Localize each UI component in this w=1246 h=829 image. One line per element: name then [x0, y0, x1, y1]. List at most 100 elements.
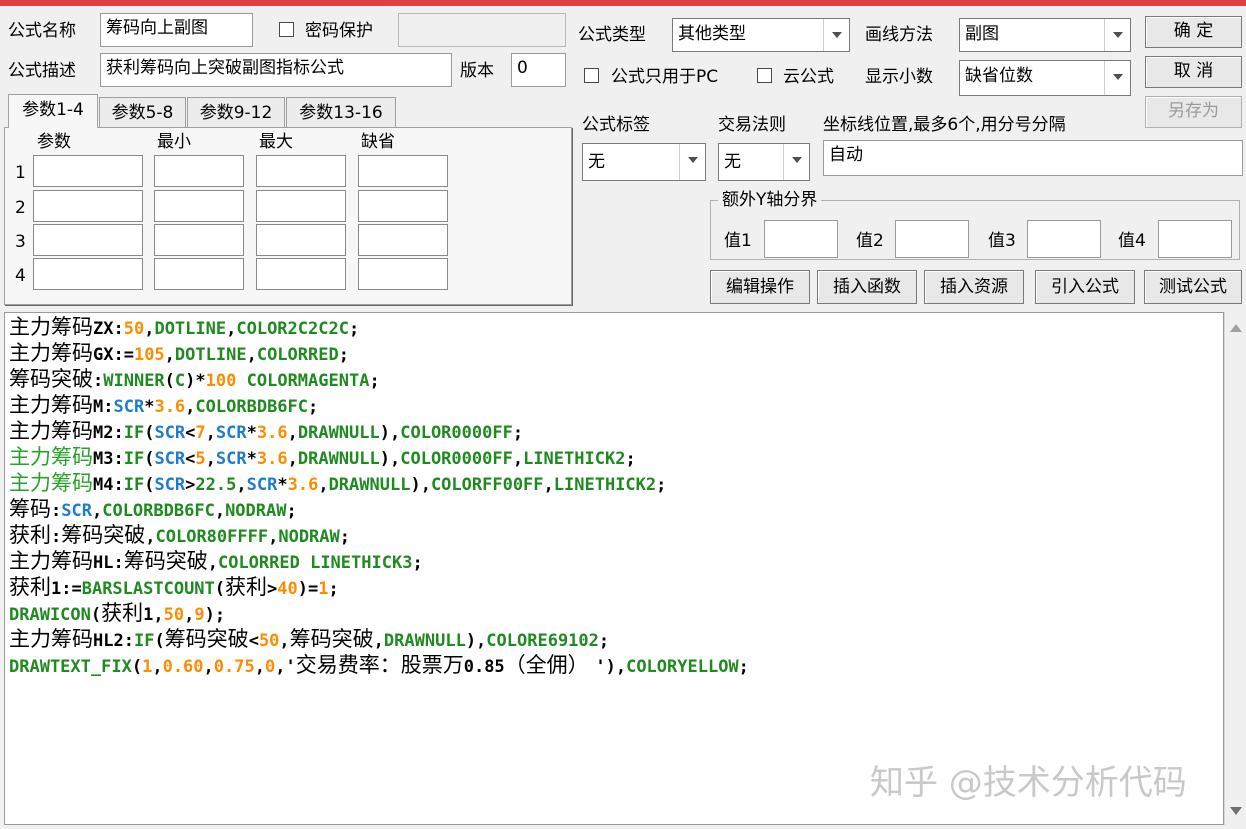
password-input[interactable]: [398, 13, 566, 47]
code-token: ,: [203, 657, 214, 677]
param-1-max-input[interactable]: [256, 155, 346, 187]
y-value-3-input[interactable]: [1027, 220, 1101, 258]
pc-only-checkbox[interactable]: [584, 68, 599, 83]
code-token: 主力筹码: [9, 393, 93, 417]
code-token: ,: [287, 423, 298, 443]
param-1-min-input[interactable]: [154, 155, 244, 187]
y-value-2-input[interactable]: [895, 220, 969, 258]
trade-rule-select[interactable]: 无: [718, 143, 810, 181]
param-2-max-input[interactable]: [256, 190, 346, 222]
tab-params-5-8[interactable]: 参数5-8: [99, 97, 186, 127]
code-token: ,: [318, 475, 329, 495]
code-token: LINETHICK2: [523, 449, 626, 469]
code-token: 1: [318, 579, 329, 599]
param-header-default: 缺省: [361, 132, 395, 152]
code-token: ,: [205, 423, 216, 443]
code-token: <: [185, 423, 196, 443]
param-2-min-input[interactable]: [154, 190, 244, 222]
draw-method-select[interactable]: 副图: [959, 18, 1131, 52]
chevron-down-icon[interactable]: [783, 144, 809, 180]
code-token: 获利: [9, 575, 51, 599]
code-token: :: [93, 371, 104, 391]
tab-params-13-16[interactable]: 参数13-16: [286, 97, 396, 127]
code-token: (: [144, 449, 155, 469]
formula-tag-label: 公式标签: [582, 115, 650, 135]
code-token: HL2:: [93, 631, 134, 651]
code-token: IF: [123, 423, 145, 443]
param-3-default-input[interactable]: [358, 224, 448, 256]
param-header-name: 参数: [37, 132, 71, 152]
code-token: ;: [338, 345, 349, 365]
formula-name-input[interactable]: 筹码向上副图: [100, 13, 253, 47]
code-line: 获利1:=BARSLASTCOUNT(获利>40)=1;: [9, 574, 339, 600]
param-1-default-input[interactable]: [358, 155, 448, 187]
save-as-button[interactable]: 另存为: [1145, 96, 1242, 128]
chevron-down-icon[interactable]: [1104, 19, 1130, 51]
param-2-name-input[interactable]: [33, 190, 143, 222]
code-token: ),: [465, 631, 487, 651]
edit-operations-button[interactable]: 编辑操作: [710, 270, 810, 304]
code-token: C: [174, 371, 186, 391]
code-token: (: [131, 657, 143, 677]
code-token: 筹码突破: [289, 627, 374, 651]
param-1-name-input[interactable]: [33, 155, 143, 187]
insert-function-button[interactable]: 插入函数: [817, 270, 917, 304]
chevron-down-icon[interactable]: [823, 19, 849, 51]
param-row-number: 1: [15, 163, 26, 183]
code-token: SCR: [154, 423, 186, 443]
formula-type-select[interactable]: 其他类型: [672, 18, 850, 52]
code-token: SCR: [215, 423, 247, 443]
code-token: ,: [254, 657, 265, 677]
code-token: WINNER: [103, 371, 165, 391]
chevron-down-icon[interactable]: [679, 144, 705, 180]
param-4-min-input[interactable]: [154, 258, 244, 290]
code-token: COLORBDB6FC: [195, 397, 309, 417]
code-token: 主力筹码: [9, 315, 93, 339]
test-formula-button[interactable]: 测试公式: [1144, 270, 1242, 304]
code-token: 筹码突破: [61, 523, 146, 547]
editor-scrollbar[interactable]: [1224, 312, 1246, 825]
formula-desc-label: 公式描述: [8, 61, 76, 81]
param-4-name-input[interactable]: [33, 258, 143, 290]
code-line: 获利:筹码突破,COLOR80FFFF,NODRAW;: [9, 522, 350, 548]
tab-params-1-4[interactable]: 参数1-4: [8, 94, 98, 128]
cancel-button[interactable]: 取 消: [1145, 56, 1242, 88]
code-token: COLOR80FFFF: [155, 527, 269, 547]
password-protect-checkbox[interactable]: [279, 22, 294, 37]
code-token: 获利: [101, 601, 144, 625]
formula-code-editor[interactable]: 主力筹码ZX:50,DOTLINE,COLOR2C2C2C; 主力筹码GX:=10…: [4, 312, 1224, 825]
code-token: 筹码突破: [164, 627, 249, 651]
param-4-max-input[interactable]: [256, 258, 346, 290]
insert-resource-button[interactable]: 插入资源: [924, 270, 1024, 304]
axis-line-input[interactable]: 自动: [823, 140, 1243, 176]
y-value-1-input[interactable]: [764, 220, 838, 258]
code-token: ,: [226, 319, 237, 339]
code-token: (: [144, 475, 155, 495]
param-3-min-input[interactable]: [154, 224, 244, 256]
formula-desc-input[interactable]: 获利筹码向上突破副图指标公式: [100, 53, 452, 87]
param-4-default-input[interactable]: [358, 258, 448, 290]
version-label: 版本: [460, 61, 494, 81]
decimals-select[interactable]: 缺省位数: [959, 60, 1131, 96]
cloud-formula-checkbox[interactable]: [757, 68, 772, 83]
formula-tag-select[interactable]: 无: [582, 143, 706, 181]
import-formula-button[interactable]: 引入公式: [1035, 270, 1135, 304]
tab-params-9-12[interactable]: 参数9-12: [187, 97, 285, 127]
version-input[interactable]: 0: [511, 53, 566, 87]
code-token: *: [246, 449, 257, 469]
y-value-4-input[interactable]: [1158, 220, 1232, 258]
code-token: SCR: [246, 475, 278, 495]
formula-type-value: 其他类型: [678, 24, 746, 44]
code-token: （全佣）: [504, 653, 596, 677]
param-3-max-input[interactable]: [256, 224, 346, 256]
param-3-name-input[interactable]: [33, 224, 143, 256]
code-line: 主力筹码M2:IF(SCR<7,SCR*3.6,DRAWNULL),COLOR0…: [9, 418, 523, 444]
code-token: 7: [195, 423, 206, 443]
ok-button[interactable]: 确 定: [1145, 16, 1242, 48]
chevron-down-icon[interactable]: [1104, 61, 1130, 95]
y-value-2-label: 值2: [856, 231, 884, 251]
scroll-up-icon[interactable]: [1230, 324, 1242, 332]
param-2-default-input[interactable]: [358, 190, 448, 222]
code-token: ,: [268, 527, 279, 547]
scroll-down-icon[interactable]: [1230, 807, 1242, 815]
